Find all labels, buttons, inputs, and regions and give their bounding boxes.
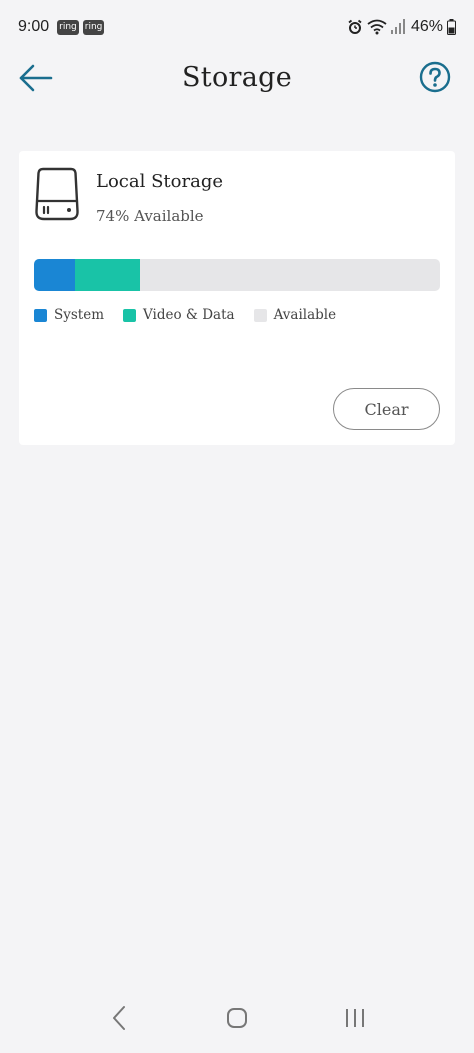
help-button[interactable] <box>418 60 452 94</box>
nav-home-button[interactable] <box>207 993 267 1043</box>
home-nav-icon <box>227 1008 247 1028</box>
recents-nav-icon <box>346 1009 364 1027</box>
storage-title: Local Storage <box>96 171 223 192</box>
storage-screen: 9:00 ring ring 46% Storage Local Storage… <box>0 0 474 1053</box>
legend-item-system: System <box>34 307 104 323</box>
nav-recents-button[interactable] <box>325 993 385 1043</box>
legend-label: Available <box>273 307 337 323</box>
legend-label: Video & Data <box>143 307 235 323</box>
storage-usage-bar <box>34 259 440 291</box>
question-circle-icon <box>419 61 451 93</box>
available-swatch <box>253 308 267 322</box>
app-header: Storage <box>0 54 474 104</box>
storage-legend: System Video & Data Available <box>34 307 355 323</box>
ring-notification-icon: ring <box>82 19 105 35</box>
page-title: Storage <box>182 62 292 93</box>
ring-notification-icon: ring <box>57 19 79 35</box>
status-time: 9:00 <box>18 18 50 35</box>
legend-item-video-data: Video & Data <box>123 307 235 323</box>
legend-item-available: Available <box>253 307 337 323</box>
video-data-swatch <box>123 308 137 322</box>
clear-button[interactable]: Clear <box>333 388 440 430</box>
system-nav-bar <box>0 983 474 1053</box>
wifi-icon <box>367 19 387 35</box>
system-usage-segment <box>34 259 75 291</box>
storage-available-text: 74% Available <box>96 207 204 225</box>
status-bar: 9:00 ring ring 46% <box>0 0 474 54</box>
alarm-icon <box>347 19 363 35</box>
hard-drive-icon <box>35 167 79 221</box>
battery-icon <box>447 19 456 35</box>
video-data-usage-segment <box>74 259 140 291</box>
nav-back-button[interactable] <box>89 993 149 1043</box>
battery-level: 46% <box>410 18 443 35</box>
local-storage-card: Local Storage 74% Available System Video… <box>19 151 455 445</box>
status-left: 9:00 ring ring <box>18 18 105 36</box>
system-swatch <box>34 308 47 322</box>
back-nav-icon <box>113 1006 125 1030</box>
legend-label: System <box>54 307 105 323</box>
status-right: 46% <box>347 18 456 36</box>
signal-icon <box>390 19 405 35</box>
